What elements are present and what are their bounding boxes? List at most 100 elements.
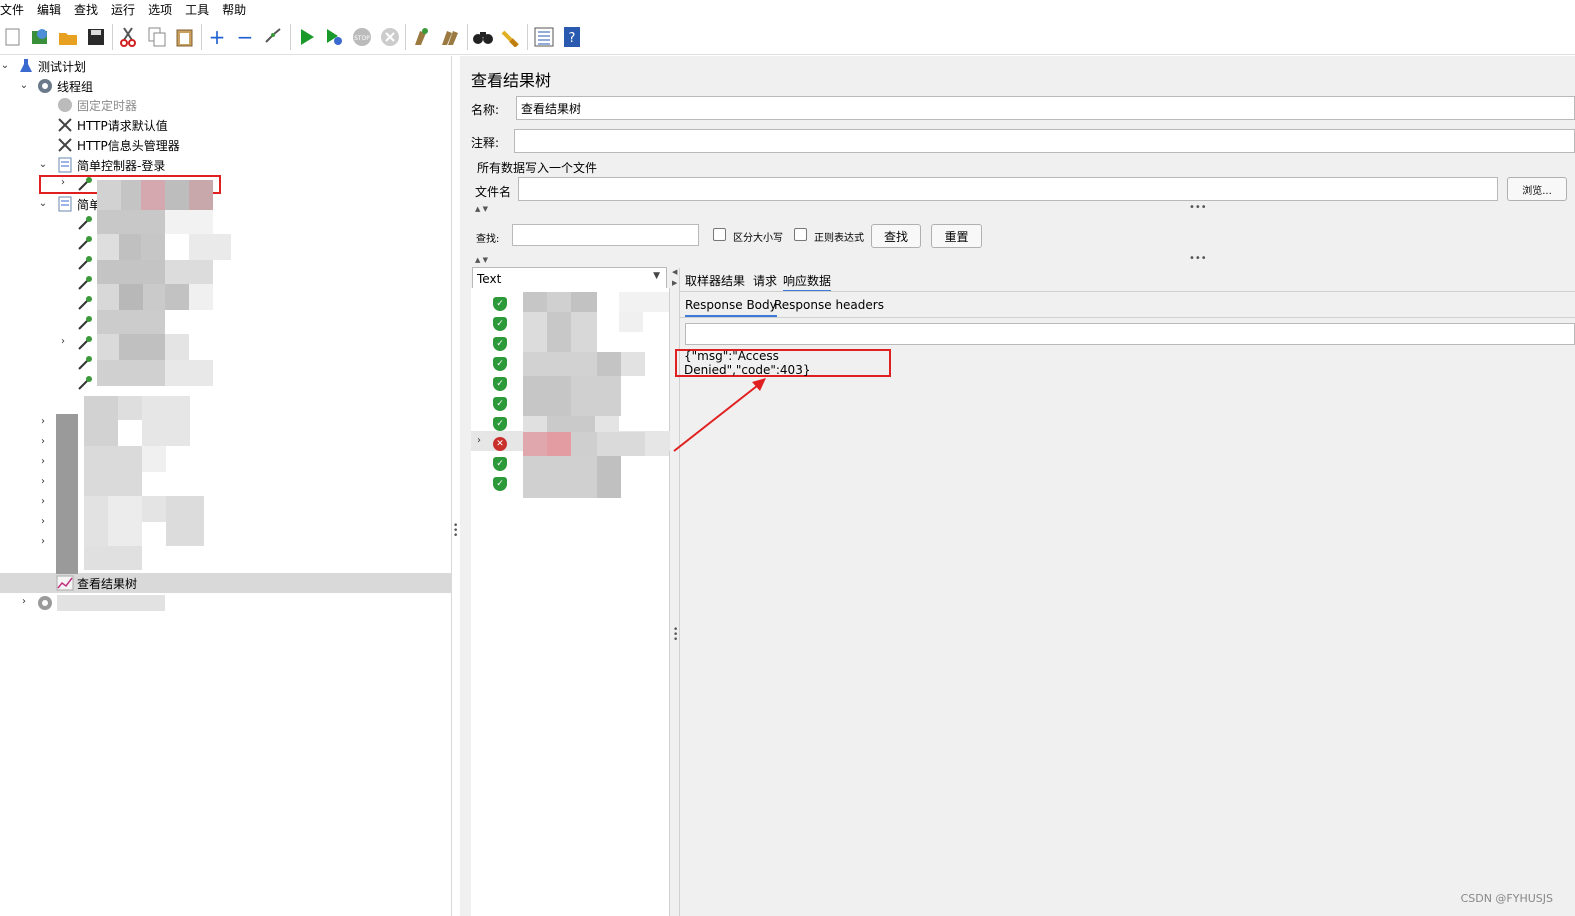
test-plan-tree: ⌄ 测试计划 ⌄ 线程组 固定定时器 HTTP请求默认值 HTTP信息头管理器 … — [0, 56, 452, 916]
menu-edit[interactable]: 编辑 — [37, 1, 67, 18]
success-shield-icon: ✓ — [493, 377, 507, 391]
tree-label: 线程组 — [57, 79, 94, 94]
name-label: 名称: — [471, 103, 500, 117]
reset-button[interactable]: 重置 — [931, 224, 982, 248]
pipette-icon — [76, 294, 94, 312]
tab-response-data[interactable]: 响应数据 — [783, 272, 832, 292]
tree-node-test-plan[interactable]: ⌄ 测试计划 — [0, 56, 86, 76]
page-title: 查看结果树 — [471, 71, 552, 90]
chevron-right-icon[interactable]: › — [38, 476, 48, 487]
toggle-icon[interactable] — [262, 26, 284, 48]
pipette-icon — [76, 234, 94, 252]
redacted-area — [513, 292, 669, 498]
pipette-icon — [76, 254, 94, 272]
tab-response-body[interactable]: Response Body — [685, 298, 777, 317]
splitter-handle[interactable]: • • • — [453, 522, 458, 541]
tree-node-constant-timer[interactable]: 固定定时器 — [0, 95, 137, 115]
graph-icon — [56, 574, 74, 592]
chevron-right-icon[interactable]: › — [38, 536, 48, 547]
new-icon[interactable] — [2, 26, 24, 48]
menu-tools[interactable]: 工具 — [185, 1, 215, 18]
pipette-icon — [76, 374, 94, 392]
splitter-handle[interactable]: ◀ ▶ — [672, 268, 678, 298]
search-icon[interactable] — [472, 26, 494, 48]
tree-node-controller-2[interactable]: ⌄ 简单 — [0, 194, 101, 214]
tree-label: HTTP请求默认值 — [77, 118, 168, 133]
chevron-right-icon[interactable]: › — [474, 435, 484, 446]
success-shield-icon: ✓ — [493, 317, 507, 331]
save-icon[interactable] — [85, 26, 107, 48]
chevron-down-icon[interactable]: ⌄ — [38, 198, 48, 209]
menu-search[interactable]: 查找 — [74, 1, 104, 18]
comment-field[interactable] — [514, 129, 1575, 153]
tree-node-controller-login[interactable]: ⌄ 简单控制器-登录 — [0, 155, 165, 175]
expand-icon[interactable]: + — [206, 26, 228, 48]
chevron-down-icon[interactable]: ⌄ — [38, 159, 48, 170]
stop-icon[interactable]: STOP — [351, 26, 373, 48]
tab-response-headers[interactable]: Response headers — [774, 298, 884, 312]
results-tree-panel: 查看结果树 名称: 查看结果树 注释: 所有数据写入一个文件 文件名 浏览...… — [460, 56, 1575, 916]
divider — [680, 317, 1575, 318]
tree-node-http-defaults[interactable]: HTTP请求默认值 — [0, 115, 168, 135]
clear-icon[interactable] — [410, 26, 432, 48]
copy-icon[interactable] — [146, 26, 168, 48]
success-shield-icon: ✓ — [493, 357, 507, 371]
tree-node-collapsed[interactable]: › — [0, 593, 165, 613]
controller-icon — [56, 195, 74, 213]
renderer-select[interactable]: Text ▼ — [472, 267, 667, 290]
gear-icon — [36, 77, 54, 95]
case-sensitive-checkbox[interactable] — [713, 228, 726, 241]
clear-all-icon[interactable] — [439, 26, 461, 48]
menu-options[interactable]: 选项 — [148, 1, 178, 18]
collapse-icon[interactable]: − — [234, 26, 256, 48]
chevron-right-icon[interactable]: › — [58, 336, 68, 347]
shutdown-icon[interactable] — [379, 26, 401, 48]
svg-text:STOP: STOP — [354, 35, 370, 42]
chevron-right-icon[interactable]: › — [19, 596, 29, 607]
chevron-down-icon[interactable]: ⌄ — [19, 80, 29, 91]
menu-file[interactable]: 文件 — [0, 1, 30, 18]
paste-icon[interactable] — [174, 26, 196, 48]
pipette-icon — [76, 274, 94, 292]
watermark: CSDN @FYHUSJS — [1460, 892, 1553, 905]
chevron-down-icon[interactable]: ⌄ — [0, 60, 10, 71]
tree-node-http-headers[interactable]: HTTP信息头管理器 — [0, 135, 180, 155]
chevron-right-icon[interactable]: › — [38, 516, 48, 527]
splitter-handle[interactable]: ▲ ▼ ••• — [471, 202, 1575, 216]
menu-help[interactable]: 帮助 — [222, 1, 252, 18]
chevron-right-icon[interactable]: › — [38, 416, 48, 427]
function-helper-icon[interactable] — [533, 26, 555, 48]
chevron-right-icon[interactable]: › — [38, 456, 48, 467]
tree-node-thread-group[interactable]: ⌄ 线程组 — [0, 76, 93, 96]
name-field[interactable]: 查看结果树 — [516, 96, 1575, 120]
open-icon[interactable] — [57, 26, 79, 48]
regex-checkbox[interactable] — [794, 228, 807, 241]
find-button[interactable]: 查找 — [871, 224, 921, 248]
tree-label: 简单控制器-登录 — [77, 158, 166, 173]
response-search-field[interactable] — [685, 323, 1575, 345]
help-icon[interactable]: ? — [561, 26, 583, 48]
chevron-down-icon: ▼ — [653, 271, 660, 281]
splitter-handle[interactable]: ▲ ▼ ••• — [471, 253, 1575, 266]
templates-icon[interactable] — [29, 26, 51, 48]
comment-label: 注释: — [471, 136, 500, 150]
menu-run[interactable]: 运行 — [111, 1, 141, 18]
splitter-handle[interactable]: • • • — [673, 626, 678, 645]
search-field[interactable] — [512, 224, 699, 246]
tree-node-results-tree[interactable]: 查看结果树 — [0, 573, 137, 593]
timer-icon — [56, 96, 74, 114]
filename-field[interactable] — [518, 177, 1498, 201]
wrench-icon — [56, 136, 74, 154]
error-icon: ✕ — [493, 437, 507, 451]
start-icon[interactable] — [296, 26, 318, 48]
start-no-pause-icon[interactable] — [323, 26, 345, 48]
chevron-right-icon[interactable]: › — [38, 496, 48, 507]
cut-icon[interactable] — [117, 26, 139, 48]
tab-sampler-result[interactable]: 取样器结果 — [685, 272, 745, 289]
reset-search-icon[interactable] — [500, 26, 522, 48]
browse-button[interactable]: 浏览... — [1507, 177, 1567, 201]
jmeter-window: 文件 编辑 查找 运行 选项 工具 帮助 + − STOP ? ⌄ 测试计划 ⌄… — [0, 0, 1575, 916]
chevron-right-icon[interactable]: › — [38, 436, 48, 447]
gear-icon — [36, 594, 54, 612]
tab-request[interactable]: 请求 — [753, 272, 777, 289]
